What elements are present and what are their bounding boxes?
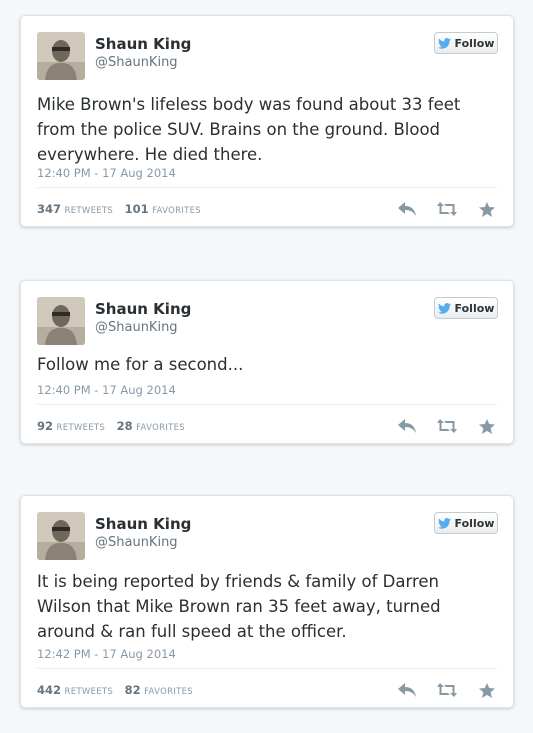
divider <box>37 187 497 188</box>
reply-icon[interactable] <box>397 200 417 218</box>
retweet-count[interactable]: 92 <box>37 419 53 433</box>
follow-button[interactable]: Follow <box>434 297 498 319</box>
display-name[interactable]: Shaun King <box>95 300 191 318</box>
favorite-count[interactable]: 82 <box>125 683 141 697</box>
tweet-stats: 92 RETWEETS 28 FAVORITES <box>37 419 193 433</box>
divider <box>37 668 497 669</box>
tweet-text: Follow me for a second... <box>37 355 244 374</box>
avatar[interactable] <box>37 512 85 560</box>
timestamp[interactable]: 12:40 PM - 17 Aug 2014 <box>37 166 176 180</box>
retweets-label: RETWEETS <box>56 423 106 433</box>
twitter-bird-icon <box>437 517 451 529</box>
username[interactable]: @ShaunKing <box>95 535 178 550</box>
favorite-count[interactable]: 28 <box>117 419 133 433</box>
display-name[interactable]: Shaun King <box>95 515 191 533</box>
tweet-actions <box>397 417 497 435</box>
timestamp[interactable]: 12:42 PM - 17 Aug 2014 <box>37 647 176 661</box>
favorite-count[interactable]: 101 <box>125 202 149 216</box>
retweet-count[interactable]: 347 <box>37 202 61 216</box>
follow-label: Follow <box>454 301 495 315</box>
tweet-card: Shaun King @ShaunKing Follow It is being… <box>20 495 514 708</box>
retweets-label: RETWEETS <box>64 206 114 216</box>
tweet-stats: 442 RETWEETS 82 FAVORITES <box>37 683 201 697</box>
tweet-card: Shaun King @ShaunKing Follow Mike Brown'… <box>20 15 514 227</box>
reply-icon[interactable] <box>397 681 417 699</box>
avatar[interactable] <box>37 297 85 345</box>
username[interactable]: @ShaunKing <box>95 320 178 335</box>
favorites-label: FAVORITES <box>144 687 193 697</box>
tweet-text: Mike Brown's lifeless body was found abo… <box>37 95 461 164</box>
display-name[interactable]: Shaun King <box>95 35 191 53</box>
follow-button[interactable]: Follow <box>434 512 498 534</box>
favorites-label: FAVORITES <box>136 423 185 433</box>
avatar[interactable] <box>37 32 85 80</box>
tweet-card: Shaun King @ShaunKing Follow Follow me f… <box>20 280 514 444</box>
follow-label: Follow <box>454 36 495 50</box>
tweet-actions <box>397 200 497 218</box>
reply-icon[interactable] <box>397 417 417 435</box>
retweet-icon[interactable] <box>437 681 457 699</box>
twitter-bird-icon <box>437 37 451 49</box>
tweet-text: It is being reported by friends & family… <box>37 572 441 641</box>
timestamp[interactable]: 12:40 PM - 17 Aug 2014 <box>37 383 176 397</box>
divider <box>37 404 497 405</box>
star-icon[interactable] <box>477 417 497 435</box>
twitter-bird-icon <box>437 302 451 314</box>
favorites-label: FAVORITES <box>152 206 201 216</box>
retweet-icon[interactable] <box>437 417 457 435</box>
follow-button[interactable]: Follow <box>434 32 498 54</box>
star-icon[interactable] <box>477 681 497 699</box>
retweets-label: RETWEETS <box>64 687 114 697</box>
retweet-icon[interactable] <box>437 200 457 218</box>
follow-label: Follow <box>454 516 495 530</box>
retweet-count[interactable]: 442 <box>37 683 61 697</box>
tweet-actions <box>397 681 497 699</box>
star-icon[interactable] <box>477 200 497 218</box>
username[interactable]: @ShaunKing <box>95 55 178 70</box>
tweet-stats: 347 RETWEETS 101 FAVORITES <box>37 202 209 216</box>
